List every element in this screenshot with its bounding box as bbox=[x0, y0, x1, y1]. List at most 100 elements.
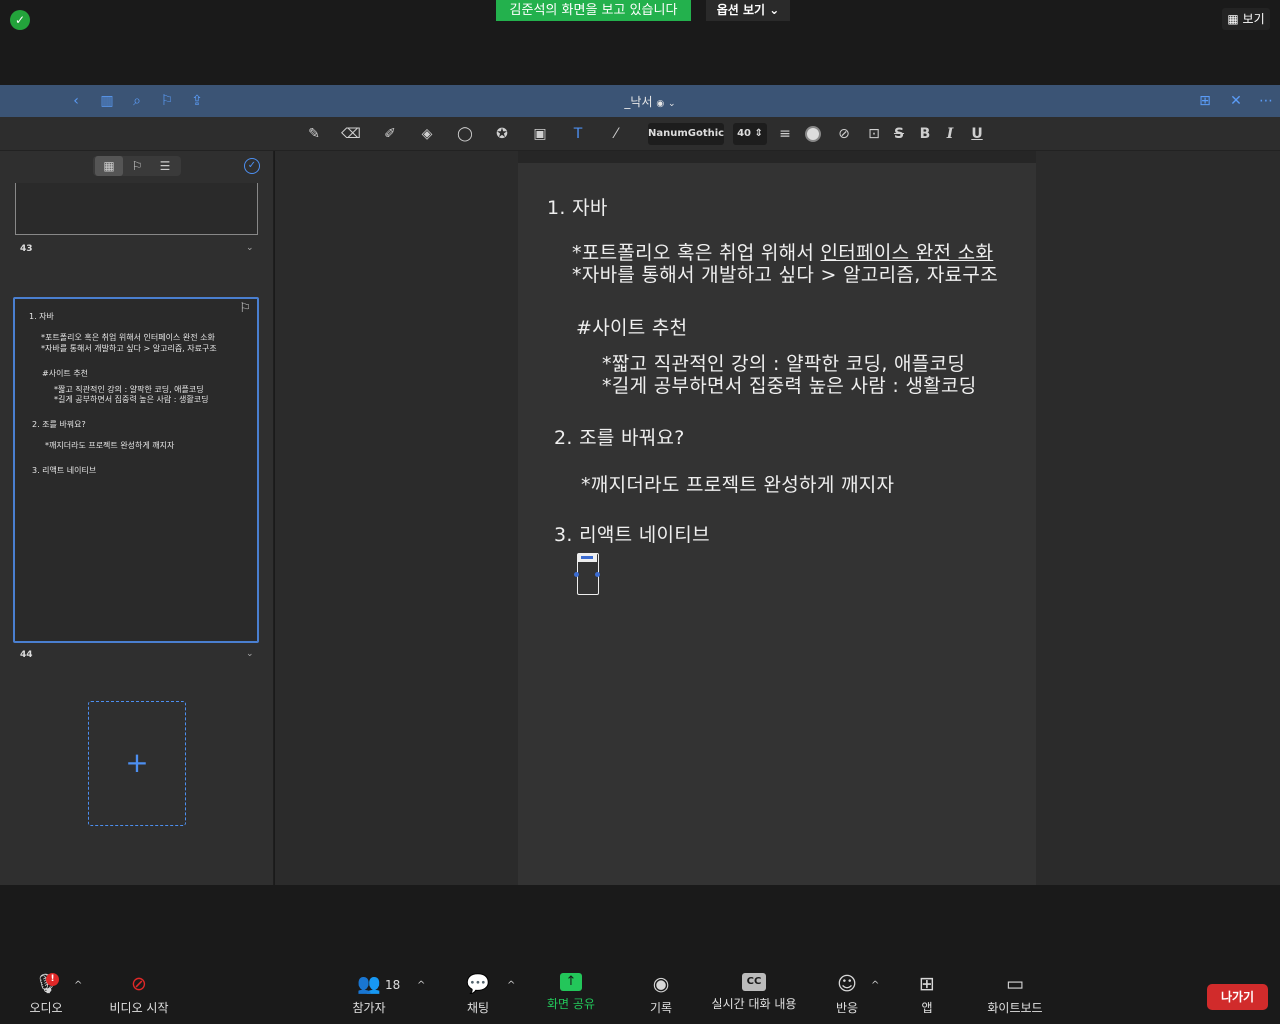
font-size-value: 40 bbox=[737, 128, 752, 139]
whiteboard-label: 화이트보드 bbox=[987, 1001, 1043, 1015]
align-icon[interactable]: ≡ bbox=[775, 125, 795, 143]
grid-icon: ▦ bbox=[1227, 12, 1239, 26]
resize-handle[interactable] bbox=[595, 572, 600, 577]
video-button[interactable]: ⊘ 비디오 시작 bbox=[104, 973, 174, 1016]
reactions-label: 반응 bbox=[835, 1001, 859, 1015]
bookmark-list-icon[interactable]: ⚐ bbox=[123, 156, 151, 176]
share-arrow-icon: ↑ bbox=[560, 973, 582, 991]
page-number: 44 bbox=[20, 650, 33, 660]
bold-button[interactable]: B bbox=[915, 125, 935, 143]
note-heading: 2. 조를 바꿔요? bbox=[554, 427, 685, 449]
bookmark-icon[interactable]: ⚐ bbox=[159, 93, 175, 109]
chevron-down-icon: ⌄ bbox=[668, 99, 676, 109]
thumb-line: *길게 공부하면서 집중력 높은 사람 : 생활코딩 bbox=[54, 395, 209, 404]
thumbnail-grid-icon[interactable]: ▦ bbox=[95, 156, 123, 176]
resize-handle[interactable] bbox=[574, 572, 579, 577]
people-icon: ◉ bbox=[656, 99, 665, 109]
record-icon: ◉ bbox=[652, 973, 670, 995]
share-icon[interactable]: ⇪ bbox=[189, 93, 205, 109]
sticker-icon[interactable]: ✪ bbox=[492, 125, 512, 143]
note-heading: 3. 리액트 네이티브 bbox=[554, 524, 710, 546]
page-edge bbox=[518, 151, 1036, 163]
highlighter-icon[interactable]: ✐ bbox=[380, 125, 400, 143]
font-family-select[interactable]: NanumGothic bbox=[648, 123, 724, 145]
note-canvas[interactable]: 1. 자바 *포트폴리오 혹은 취업 위해서 인터페이스 완전 소화 *자바를 … bbox=[275, 151, 1280, 885]
record-button[interactable]: ◉ 기록 bbox=[640, 973, 682, 1016]
shapes-icon[interactable]: ◈ bbox=[417, 125, 437, 143]
chat-caret-icon[interactable]: ^ bbox=[507, 980, 515, 991]
more-icon[interactable]: ⋯ bbox=[1258, 93, 1274, 109]
security-shield-icon[interactable]: ✓ bbox=[10, 10, 30, 30]
strikethrough-button[interactable]: S bbox=[889, 125, 909, 143]
thumb-line: 2. 조를 바꿔요? bbox=[32, 420, 86, 429]
lasso-icon[interactable]: ◯ bbox=[455, 125, 475, 143]
back-chevron-icon[interactable]: ‹ bbox=[68, 93, 84, 109]
chat-bubble-icon: 💬 bbox=[466, 973, 490, 995]
audio-label: 오디오 bbox=[29, 1001, 63, 1015]
thumb-line: 1. 자바 bbox=[29, 312, 54, 321]
document-title-text: _낙서 bbox=[624, 95, 653, 109]
no-fill-icon[interactable]: ⊘ bbox=[834, 125, 854, 143]
page-sidebar: ▦ ⚐ ☰ ✓ 43 ⌄ ⚐ 1. 자바 *포트폴리오 혹은 취업 위해서 인터… bbox=[0, 151, 274, 885]
bookmark-icon[interactable]: ⚐ bbox=[239, 301, 251, 316]
app-header: ‹ ▥ ⌕ ⚐ ⇪ _낙서 ◉ ⌄ ⊞ ✕ ⋯ bbox=[0, 85, 1280, 117]
chat-label: 채팅 bbox=[466, 1001, 490, 1015]
image-icon[interactable]: ▣ bbox=[530, 125, 550, 143]
sidebar-toggle-icon[interactable]: ▥ bbox=[97, 93, 117, 109]
share-screen-button[interactable]: ↑ 화면 공유 bbox=[540, 973, 602, 1012]
audio-options-caret-icon[interactable]: ^ bbox=[74, 980, 82, 991]
color-swatch-icon[interactable] bbox=[803, 125, 823, 143]
participants-icon: 👥 bbox=[357, 973, 381, 995]
text-tool-icon[interactable]: T bbox=[568, 125, 588, 143]
note-heading: 1. 자바 bbox=[547, 197, 608, 219]
thumb-line: 3. 리액트 네이티브 bbox=[32, 466, 97, 475]
outline-list-icon[interactable]: ☰ bbox=[151, 156, 179, 176]
apps-label: 앱 bbox=[921, 1001, 933, 1015]
whiteboard-button[interactable]: ▭ 화이트보드 bbox=[982, 973, 1048, 1016]
view-options-button[interactable]: 옵션 보기 ⌄ bbox=[706, 0, 790, 21]
pen-icon[interactable]: ✎ bbox=[304, 125, 324, 143]
note-line: *길게 공부하면서 집중력 높은 사람 : 생활코딩 bbox=[602, 375, 977, 397]
note-page[interactable]: 1. 자바 *포트폴리오 혹은 취업 위해서 인터페이스 완전 소화 *자바를 … bbox=[518, 163, 1036, 885]
eraser-icon[interactable]: ⌫ bbox=[341, 125, 361, 143]
page-thumbnail-selected[interactable]: ⚐ 1. 자바 *포트폴리오 혹은 취업 위해서 인터페이스 완전 소화 *자바… bbox=[13, 297, 259, 643]
add-page-button[interactable]: + bbox=[88, 701, 186, 826]
document-title[interactable]: _낙서 ◉ ⌄ bbox=[600, 93, 700, 110]
video-off-icon: ⊘ bbox=[131, 973, 147, 995]
font-size-select[interactable]: 40 ⇕ bbox=[733, 123, 767, 145]
view-button[interactable]: ▦ 보기 bbox=[1222, 8, 1270, 30]
select-check-icon[interactable]: ✓ bbox=[244, 158, 260, 174]
close-icon[interactable]: ✕ bbox=[1228, 93, 1244, 109]
alert-badge: ! bbox=[46, 973, 59, 986]
share-label: 화면 공유 bbox=[547, 997, 595, 1011]
leave-meeting-button[interactable]: 나가기 bbox=[1207, 984, 1268, 1010]
phone-shape-drawing[interactable] bbox=[574, 553, 600, 595]
laser-pointer-icon[interactable]: ⁄ bbox=[606, 125, 626, 143]
record-label: 기록 bbox=[649, 1001, 673, 1015]
participants-caret-icon[interactable]: ^ bbox=[417, 980, 425, 991]
thumb-line: #사이트 추천 bbox=[42, 369, 89, 378]
page-thumbnail[interactable] bbox=[15, 183, 258, 235]
underline-button[interactable]: U bbox=[967, 125, 987, 143]
apps-icon: ⊞ bbox=[919, 973, 935, 995]
chat-button[interactable]: 💬 채팅 bbox=[458, 973, 498, 1016]
whiteboard-icon: ▭ bbox=[1006, 973, 1024, 995]
note-heading: #사이트 추천 bbox=[576, 317, 688, 339]
reactions-caret-icon[interactable]: ^ bbox=[871, 980, 879, 991]
text-box-icon[interactable]: ⊡ bbox=[864, 125, 884, 143]
apps-button[interactable]: ⊞ 앱 bbox=[912, 973, 942, 1016]
chevron-down-icon[interactable]: ⌄ bbox=[246, 649, 254, 659]
view-options-label: 옵션 보기 bbox=[716, 3, 766, 17]
add-page-icon[interactable]: ⊞ bbox=[1197, 93, 1213, 109]
note-line: *깨지더라도 프로젝트 완성하게 깨지자 bbox=[581, 474, 895, 496]
sidebar-view-switcher: ▦ ⚐ ☰ bbox=[93, 156, 181, 176]
chevron-down-icon[interactable]: ⌄ bbox=[246, 243, 254, 253]
reactions-button[interactable]: ☺ 반응 bbox=[828, 973, 866, 1016]
search-icon[interactable]: ⌕ bbox=[129, 93, 145, 109]
italic-button[interactable]: I bbox=[940, 125, 960, 143]
viewing-banner: 김준석의 화면을 보고 있습니다 bbox=[496, 0, 691, 21]
page-number: 43 bbox=[20, 244, 33, 254]
note-line: *자바를 통해서 개발하고 싶다 > 알고리즘, 자료구조 bbox=[572, 264, 998, 286]
captions-button[interactable]: CC 실시간 대화 내용 bbox=[706, 973, 802, 1012]
stepper-icon: ⇕ bbox=[754, 128, 763, 139]
